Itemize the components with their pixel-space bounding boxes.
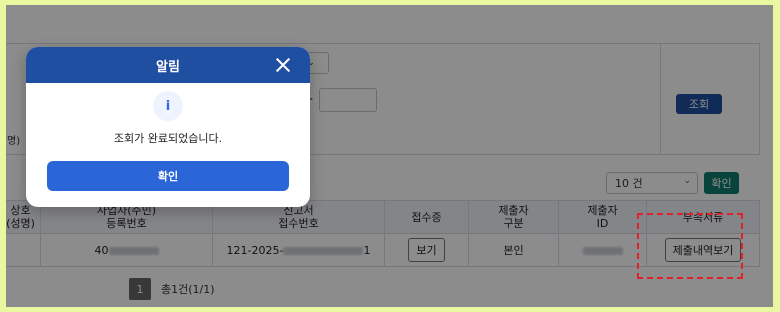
close-icon[interactable] bbox=[274, 56, 292, 74]
dialog-title: 알림 bbox=[156, 59, 180, 75]
dialog-ok-button[interactable]: 확인 bbox=[47, 161, 289, 191]
highlight-annotation bbox=[637, 213, 743, 279]
info-icon: i bbox=[153, 91, 183, 121]
alert-dialog: 알림 i 조회가 완료되었습니다. 확인 bbox=[26, 47, 310, 207]
dialog-header: 알림 bbox=[26, 47, 310, 83]
browser-viewport: ⌄ - 명) 조회 10 건 ⌄ 확인 상호 (성명) 사업자(주민) 등록번호… bbox=[6, 5, 773, 307]
dialog-message: 조회가 완료되었습니다. bbox=[113, 132, 223, 145]
